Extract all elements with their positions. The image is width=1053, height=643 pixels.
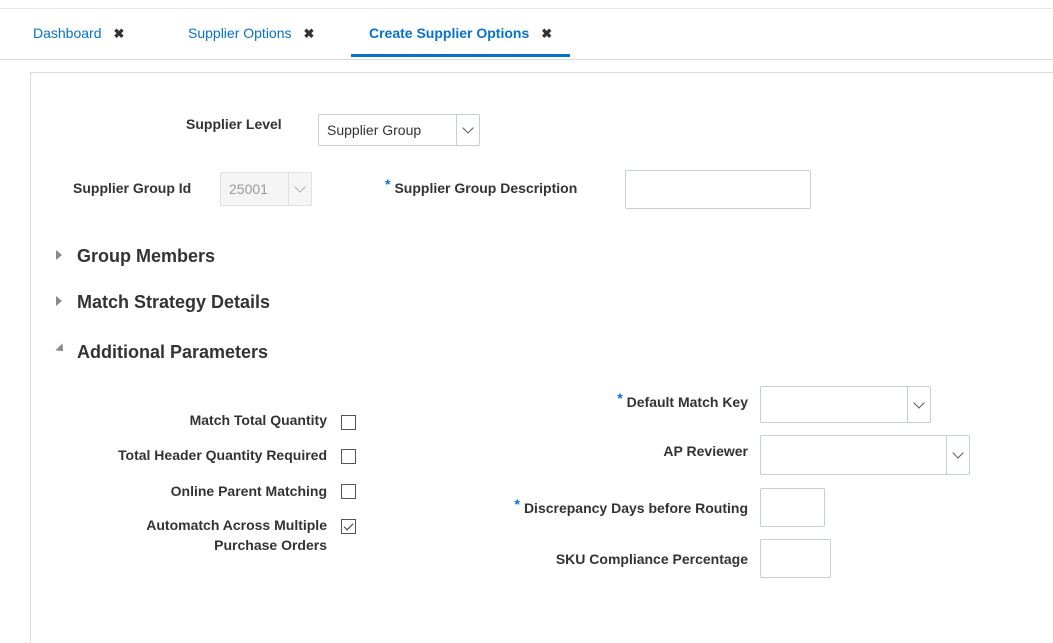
tab-supplier-options[interactable]: Supplier Options ✖: [188, 17, 314, 57]
tab-create-supplier-options[interactable]: Create Supplier Options ✖: [351, 17, 571, 57]
supplier-group-id-value: 25001: [229, 181, 268, 197]
tab-dashboard[interactable]: Dashboard ✖: [33, 17, 124, 57]
top-divider: [0, 8, 1053, 9]
section-additional-parameters[interactable]: Additional Parameters: [77, 342, 268, 363]
tab-bar: Dashboard ✖ Supplier Options ✖ Create Supp…: [0, 0, 1053, 60]
discrepancy-days-input[interactable]: [760, 488, 825, 527]
discrepancy-days-label: * Discrepancy Days before Routing: [420, 496, 748, 516]
ap-reviewer-select[interactable]: [760, 435, 970, 475]
required-marker: *: [514, 496, 520, 512]
required-marker: *: [385, 176, 391, 192]
tab-divider: [0, 59, 1053, 60]
chevron-down-icon: [288, 173, 311, 205]
supplier-group-id-select: 25001: [220, 172, 312, 206]
close-icon[interactable]: ✖: [541, 26, 552, 41]
supplier-group-id-label: Supplier Group Id: [73, 180, 192, 196]
online-parent-matching-checkbox[interactable]: [341, 484, 356, 499]
supplier-level-label: Supplier Level: [186, 116, 282, 132]
expand-icon[interactable]: [56, 296, 62, 306]
sku-compliance-label: SKU Compliance Percentage: [555, 551, 748, 567]
match-total-quantity-label: Match Total Quantity: [189, 412, 327, 428]
label-text: Discrepancy Days before Routing: [523, 500, 748, 516]
supplier-level-select[interactable]: Supplier Group: [318, 114, 480, 146]
total-header-quantity-checkbox[interactable]: [341, 449, 356, 464]
label-text: Default Match Key: [626, 394, 748, 410]
chevron-down-icon[interactable]: [946, 436, 969, 474]
default-match-key-label: * Default Match Key: [420, 390, 748, 410]
expand-icon[interactable]: [56, 250, 62, 260]
tab-label: Supplier Options: [188, 25, 292, 41]
supplier-group-description-label: * Supplier Group Description: [385, 176, 578, 196]
required-marker: *: [617, 390, 623, 406]
match-total-quantity-checkbox[interactable]: [341, 415, 356, 430]
automatch-checkbox[interactable]: [341, 519, 356, 534]
automatch-label-line1: Automatch Across Multiple: [146, 517, 327, 533]
close-icon[interactable]: ✖: [114, 26, 125, 41]
chevron-down-icon[interactable]: [456, 115, 479, 145]
label-text: Supplier Group Description: [394, 180, 578, 196]
total-header-quantity-label: Total Header Quantity Required: [118, 447, 327, 463]
tab-label: Dashboard: [33, 25, 102, 41]
section-group-members[interactable]: Group Members: [77, 246, 215, 267]
tab-label: Create Supplier Options: [369, 25, 530, 41]
chevron-down-icon[interactable]: [907, 387, 930, 422]
supplier-level-value: Supplier Group: [327, 122, 422, 138]
default-match-key-select[interactable]: [760, 386, 931, 423]
ap-reviewer-label: AP Reviewer: [663, 443, 748, 459]
section-match-strategy-details[interactable]: Match Strategy Details: [77, 292, 270, 313]
online-parent-matching-label: Online Parent Matching: [170, 483, 327, 499]
supplier-group-description-input[interactable]: [625, 170, 811, 209]
sku-compliance-input[interactable]: [760, 539, 831, 578]
check-icon: [343, 520, 354, 531]
automatch-label-line2: Purchase Orders: [214, 537, 327, 553]
close-icon[interactable]: ✖: [304, 26, 315, 41]
